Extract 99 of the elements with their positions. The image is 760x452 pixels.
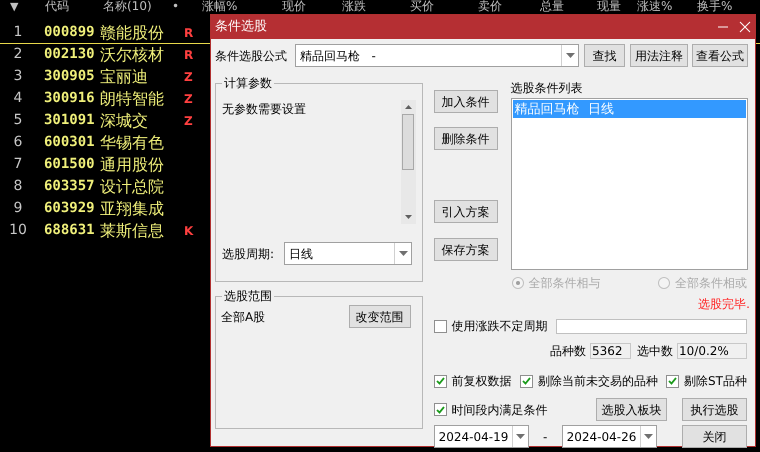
stock-name: 深城交 [100,110,149,132]
import-scheme-button[interactable]: 引入方案 [434,200,498,223]
checkbox-label: 剔除ST品种 [684,373,747,390]
stock-code: 000899 [43,23,96,42]
stock-tag: Z [184,90,193,108]
column-header[interactable]: 涨跌 [342,0,410,13]
stock-name: 设计总院 [100,176,165,198]
status-text: 选股完毕. [698,296,750,313]
stock-name: 亚翔集成 [100,198,165,220]
close-button[interactable]: 关闭 [682,425,747,448]
column-header[interactable]: 买价 [410,0,478,13]
view-formula-button[interactable]: 查看公式 [692,44,748,67]
group-title: 计算参数 [222,75,274,91]
run-selection-button[interactable]: 执行选股 [682,398,747,421]
formula-label: 条件选股公式 [215,48,288,64]
sort-caret[interactable]: ▼ [10,0,45,13]
scroll-down-icon[interactable] [404,215,412,219]
window-title: 条件选股 [215,18,268,36]
period-combobox[interactable]: 日线 [284,242,412,265]
formula-combobox[interactable]: 精品回马枪 - [295,44,579,67]
stock-name: 华锡有色 [100,132,165,154]
stock-code: 301091 [43,111,96,130]
stock-name: 莱斯信息 [100,220,165,242]
count-field: 5362 [590,343,631,359]
caret-icon [398,251,408,256]
stock-tag: Z [184,112,193,130]
stock-name: 朗特智能 [100,88,165,110]
count-label: 品种数 [550,343,586,360]
stock-code: 601500 [43,155,96,174]
add-condition-button[interactable]: 加入条件 [434,90,498,113]
row-number: 4 [12,89,24,108]
checkbox-label: 前复权数据 [452,373,512,390]
stock-name: 通用股份 [100,154,165,176]
column-header[interactable]: 涨幅% [202,0,282,13]
stock-tag: R [184,46,194,64]
column-header[interactable]: 换手% [697,0,757,13]
close-icon[interactable] [739,21,751,33]
caret-icon [566,53,574,58]
stock-name: 宝丽迪 [100,66,149,88]
usage-notes-button[interactable]: 用法注释 [630,44,688,67]
row-number: 7 [12,155,24,174]
stock-code: 300905 [43,67,96,86]
params-message: 无参数需要设置 [222,101,307,118]
column-header[interactable]: 现量 [597,0,637,13]
period-input-field[interactable] [556,318,747,334]
stock-tag: R [184,24,194,42]
checkbox[interactable] [434,403,447,416]
column-header[interactable]: 现价 [282,0,342,13]
checkbox[interactable] [520,374,533,388]
selected-count-label: 选中数 [637,343,673,360]
stock-tag: K [184,222,194,240]
stock-code: 603929 [43,199,96,218]
selected-count-field: 10/0.2% [677,343,747,359]
date-separator: - [542,428,548,446]
stock-name: 沃尔核材 [100,44,165,66]
checkbox[interactable] [434,320,447,332]
stock-code: 600301 [43,133,96,152]
checkbox[interactable] [434,374,447,388]
scrollbar[interactable] [400,100,416,224]
column-header[interactable]: 名称(10) [103,0,172,13]
start-date-combobox[interactable]: 2024-04-19 [434,425,529,448]
add-to-block-button[interactable]: 选股入板块 [596,398,667,421]
radio-label: 全部条件相与 [528,275,601,292]
range-value: 全部A股 [221,308,266,326]
stock-tag: Z [184,68,193,86]
checkbox-label: 使用涨跌不定周期 [452,318,548,335]
checkbox[interactable] [666,374,680,388]
stock-name: 赣能股份 [100,22,165,44]
caret-icon [644,434,653,439]
row-number: 9 [12,199,24,218]
change-range-button[interactable]: 改变范围 [348,305,411,328]
stock-code: 688631 [43,221,96,240]
row-number: 3 [12,67,24,86]
radio-label: 全部条件相或 [675,275,747,292]
stock-code: 002130 [43,45,96,64]
stock-code: 300916 [43,89,96,108]
column-header[interactable]: 代码 [45,0,103,13]
row-number: 5 [12,111,24,130]
column-header[interactable]: 卖价 [478,0,540,13]
checkbox-label: 时间段内满足条件 [452,402,548,418]
stock-code: 603357 [43,177,96,196]
end-date-combobox[interactable]: 2024-04-26 [562,425,657,448]
row-number: 6 [12,133,24,152]
find-button[interactable]: 查找 [584,44,625,67]
period-label: 选股周期: [222,246,276,262]
column-header[interactable]: • [172,0,202,13]
group-title: 选股范围 [222,288,274,304]
row-number: 8 [12,177,24,196]
condition-list-label: 选股条件列表 [510,81,584,96]
delete-condition-button[interactable]: 删除条件 [434,127,498,150]
scroll-up-icon[interactable] [404,105,412,109]
save-scheme-button[interactable]: 保存方案 [434,238,498,261]
row-number: 2 [12,45,24,64]
checkbox-label: 剔除当前未交易的品种 [538,373,658,390]
caret-icon [516,434,525,439]
row-number: 1 [12,23,24,42]
row-number: 10 [8,221,28,240]
column-header[interactable]: 总量 [540,0,597,13]
column-header[interactable]: 涨速% [637,0,697,13]
